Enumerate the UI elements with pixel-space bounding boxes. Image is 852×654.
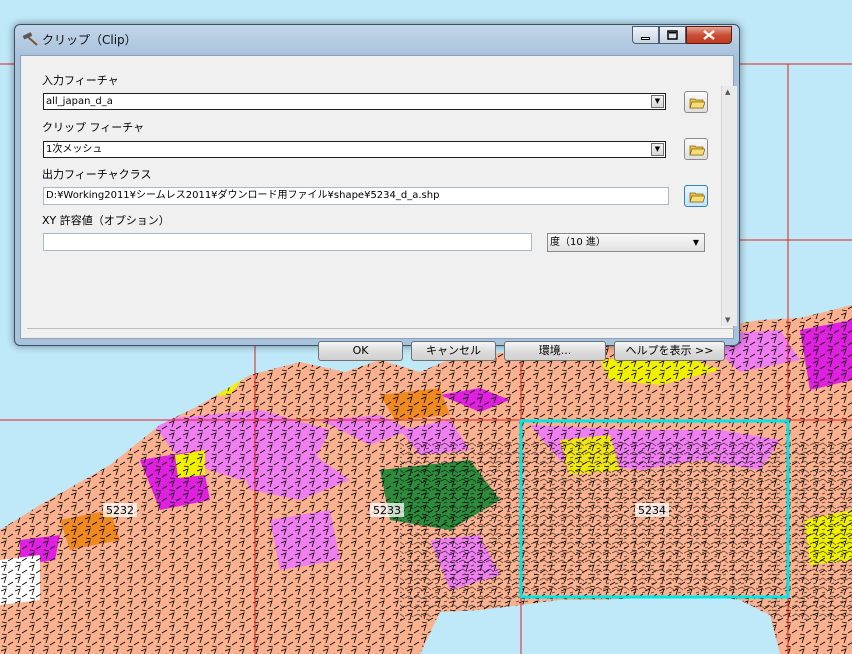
xy-tolerance-unit-select[interactable]: 度（10 進） ▼ bbox=[547, 233, 705, 252]
svg-text:5234: 5234 bbox=[638, 504, 666, 517]
output-class-input[interactable]: D:¥Working2011¥シームレス2011¥ダウンロード用ファイル¥sha… bbox=[43, 187, 669, 205]
xy-tolerance-input[interactable] bbox=[43, 233, 532, 251]
scroll-down-icon[interactable]: ▼ bbox=[725, 316, 730, 324]
input-features-select[interactable]: all_japan_d_a ▼ bbox=[43, 93, 666, 110]
mesh-label-5234: 5234 bbox=[635, 503, 669, 517]
cancel-button[interactable]: キャンセル bbox=[411, 341, 496, 361]
ok-button[interactable]: OK bbox=[318, 341, 403, 361]
dialog-title: クリップ（Clip） bbox=[42, 33, 137, 47]
chevron-down-icon[interactable]: ▼ bbox=[651, 95, 664, 108]
clip-features-browse-button[interactable] bbox=[684, 138, 708, 160]
folder-open-icon bbox=[689, 192, 705, 203]
minimize-button[interactable] bbox=[632, 26, 659, 44]
vertical-scrollbar[interactable]: ▲ ▼ bbox=[721, 86, 737, 326]
clip-dialog: クリップ（Clip） 入力フィーチャ all_japan_d_a ▼ クリップ … bbox=[14, 24, 740, 361]
mesh-label-5233: 5233 bbox=[370, 503, 404, 517]
clip-features-value: 1次メッシュ bbox=[46, 144, 103, 155]
scroll-up-icon[interactable]: ▲ bbox=[725, 88, 730, 96]
input-features-value: all_japan_d_a bbox=[46, 96, 113, 107]
chevron-down-icon[interactable]: ▼ bbox=[651, 143, 664, 156]
mesh-label-5232: 5232 bbox=[103, 503, 137, 517]
minimize-icon bbox=[641, 37, 650, 40]
output-class-label: 出力フィーチャクラス bbox=[42, 168, 152, 181]
title-bar[interactable]: クリップ（Clip） bbox=[15, 25, 739, 53]
folder-open-icon bbox=[689, 145, 705, 156]
close-icon bbox=[703, 30, 715, 40]
environments-button[interactable]: 環境... bbox=[504, 341, 606, 361]
folder-open-icon bbox=[689, 98, 705, 109]
input-features-browse-button[interactable] bbox=[684, 91, 708, 113]
input-features-label: 入力フィーチャ bbox=[42, 74, 119, 87]
hammer-icon bbox=[22, 32, 38, 46]
svg-text:5233: 5233 bbox=[373, 504, 401, 517]
maximize-button[interactable] bbox=[659, 26, 686, 44]
output-class-browse-button[interactable] bbox=[684, 185, 708, 207]
maximize-icon bbox=[667, 30, 678, 40]
clip-features-label: クリップ フィーチャ bbox=[42, 121, 145, 134]
dialog-body: 入力フィーチャ all_japan_d_a ▼ クリップ フィーチャ 1次メッシ… bbox=[20, 55, 739, 361]
button-separator bbox=[27, 328, 739, 329]
show-help-button[interactable]: ヘルプを表示 >> bbox=[614, 341, 725, 361]
clip-features-select[interactable]: 1次メッシュ ▼ bbox=[43, 141, 666, 158]
close-button[interactable] bbox=[686, 26, 732, 44]
xy-tolerance-unit-value: 度（10 進） bbox=[550, 237, 606, 248]
dropdown-arrow-icon: ▼ bbox=[692, 238, 699, 247]
svg-text:5232: 5232 bbox=[106, 504, 134, 517]
xy-tolerance-label: XY 許容値（オプション） bbox=[42, 214, 170, 227]
